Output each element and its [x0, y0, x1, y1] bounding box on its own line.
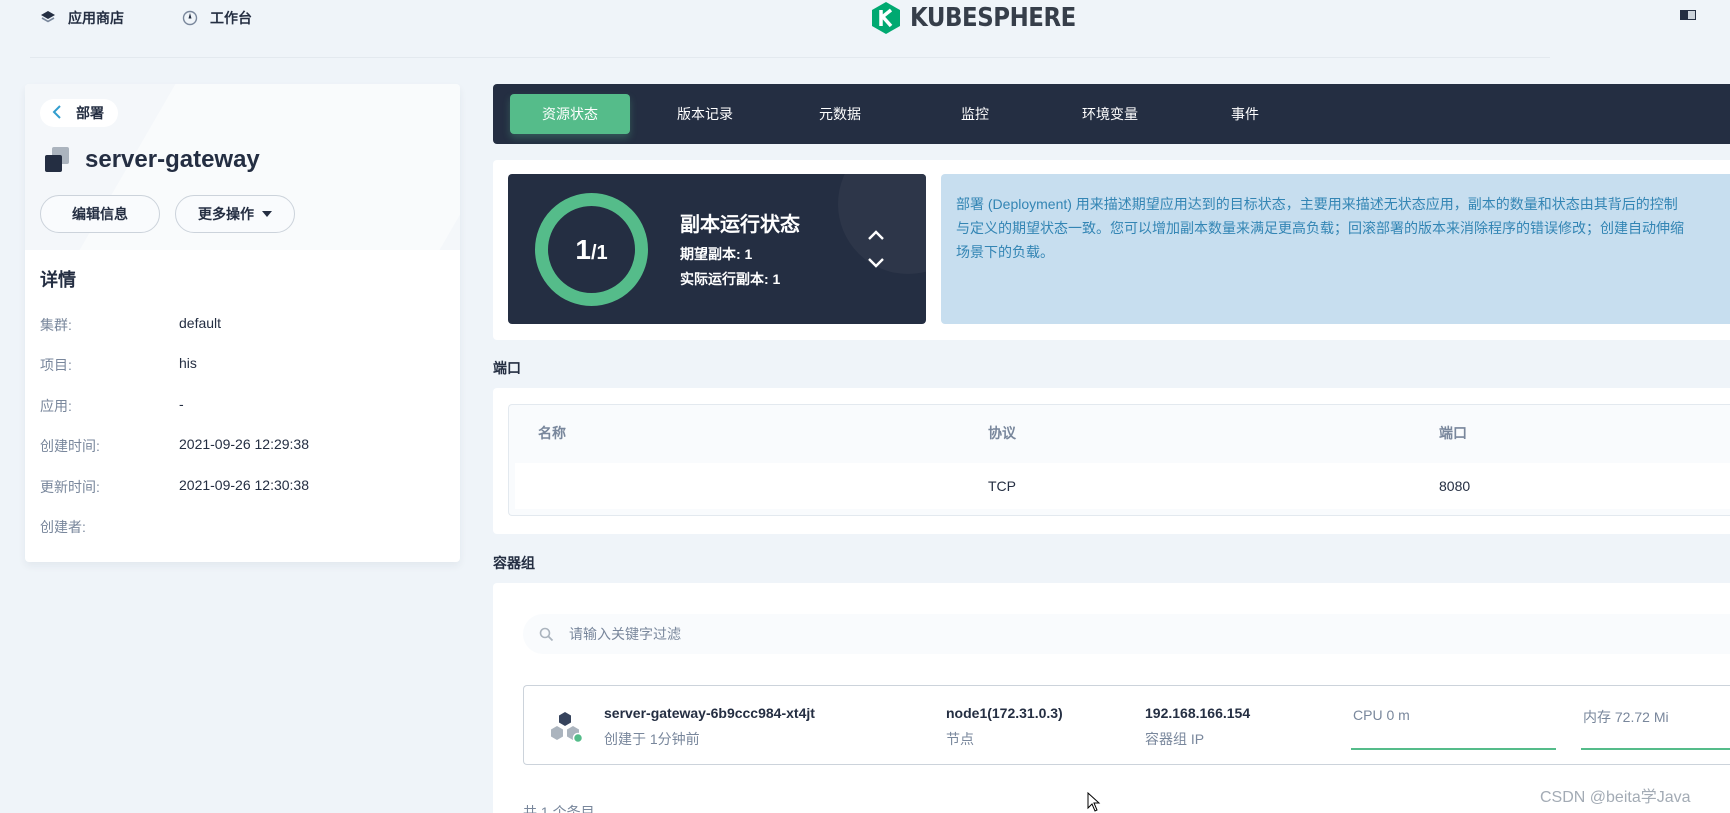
replica-count: 1/1	[575, 234, 607, 266]
detail-key: 更新时间:	[40, 479, 100, 495]
column-header-protocol: 协议	[988, 425, 1016, 441]
tab-monitoring[interactable]: 监控	[915, 94, 1035, 134]
caret-down-icon	[262, 211, 272, 217]
description-line: 场景下的负载。	[956, 244, 1054, 260]
kubesphere-logo[interactable]: KUBESPHERE	[870, 0, 1098, 36]
app-store-link[interactable]: 应用商店	[40, 8, 124, 28]
details-heading: 详情	[40, 270, 76, 290]
detail-value: -	[179, 396, 184, 412]
column-header-port: 端口	[1439, 425, 1467, 441]
detail-row-project: 项目: his	[40, 355, 197, 375]
ports-table: 名称 协议 端口 TCP 8080	[508, 404, 1730, 516]
detail-row-created-time: 创建时间: 2021-09-26 12:29:38	[40, 436, 309, 456]
workbench-label: 工作台	[210, 10, 252, 26]
pod-node: node1(172.31.0.3)	[946, 705, 1063, 721]
pod-icon	[551, 712, 584, 743]
page-title-row: server-gateway	[43, 146, 260, 174]
tab-revision-records[interactable]: 版本记录	[645, 94, 765, 134]
logo-text: KUBESPHERE	[910, 3, 1076, 33]
workbench-link[interactable]: 工作台	[182, 8, 252, 28]
total-count: 共 1 个条目	[523, 804, 595, 813]
detail-key: 集群:	[40, 317, 72, 333]
cpu-usage-bar	[1351, 748, 1556, 750]
search-placeholder: 请输入关键字过滤	[569, 626, 681, 642]
watermark: CSDN @beita学Java	[1540, 789, 1691, 806]
deployment-description: 部署 (Deployment) 用来描述期望应用达到的目标状态，主要用来描述无状…	[941, 174, 1730, 324]
edit-info-button[interactable]: 编辑信息	[40, 195, 160, 233]
deployment-icon	[45, 147, 69, 172]
detail-value: his	[179, 355, 197, 371]
app-store-icon	[41, 11, 55, 23]
pod-cpu: CPU 0 m	[1353, 707, 1410, 723]
pod-memory: 内存 72.72 Mi	[1583, 709, 1669, 725]
mouse-cursor-icon	[1087, 792, 1101, 812]
tab-environment-variables[interactable]: 环境变量	[1050, 94, 1170, 134]
pod-search-input[interactable]: 请输入关键字过滤	[523, 614, 1730, 654]
detail-key: 创建时间:	[40, 438, 100, 454]
detail-row-app: 应用: -	[40, 396, 184, 416]
pods-heading: 容器组	[493, 555, 535, 571]
pod-created: 创建于 1分钟前	[604, 731, 700, 747]
detail-key: 项目:	[40, 357, 72, 373]
kubesphere-logo-icon	[872, 2, 900, 34]
chevron-left-icon	[52, 104, 62, 122]
detail-key: 应用:	[40, 398, 72, 414]
page-title: server-gateway	[85, 146, 260, 173]
detail-row-cluster: 集群: default	[40, 315, 221, 335]
replica-current: 1	[575, 233, 591, 265]
scale-down-icon[interactable]	[865, 254, 887, 272]
panel-header: 部署 server-gateway 编辑信息 更多操作	[25, 84, 460, 250]
actual-replicas: 实际运行副本: 1	[680, 271, 781, 287]
workbench-icon	[182, 10, 198, 26]
ports-table-header: 名称 协议 端口	[509, 405, 1730, 461]
port-number: 8080	[1439, 478, 1471, 494]
detail-value: 2021-09-26 12:30:38	[179, 477, 309, 493]
pod-ip-label: 容器组 IP	[1145, 731, 1205, 747]
more-actions-button[interactable]: 更多操作	[175, 195, 295, 233]
pod-list-item[interactable]: server-gateway-6b9ccc984-xt4jt 创建于 1分钟前 …	[523, 685, 1730, 765]
back-label: 部署	[76, 105, 104, 121]
ports-section: 名称 协议 端口 TCP 8080	[493, 388, 1730, 534]
replica-ring: 1/1	[535, 193, 648, 306]
tab-events[interactable]: 事件	[1185, 94, 1305, 134]
top-bar: 应用商店 工作台 KUBESPHERE	[0, 0, 1730, 58]
replica-status-section: 1/1 副本运行状态 期望副本: 1 实际运行副本: 1 部署 (Deploym…	[493, 160, 1730, 340]
description-line: 部署 (Deployment) 用来描述期望应用达到的目标状态，主要用来描述无状…	[956, 196, 1678, 212]
resource-detail-panel: 部署 server-gateway 编辑信息 更多操作 详情 集群: defau…	[25, 84, 460, 562]
scale-up-icon[interactable]	[865, 226, 887, 244]
ports-heading: 端口	[493, 360, 521, 376]
detail-row-creator: 创建者:	[40, 517, 179, 537]
replica-status-title: 副本运行状态	[680, 214, 800, 236]
column-header-name: 名称	[538, 425, 566, 441]
desired-replicas: 期望副本: 1	[680, 246, 753, 262]
search-icon	[539, 627, 554, 642]
more-actions-label: 更多操作	[198, 206, 254, 222]
port-protocol: TCP	[988, 478, 1016, 494]
pod-node-label: 节点	[946, 731, 974, 747]
table-row: TCP 8080	[515, 463, 1730, 509]
replica-status-card: 1/1 副本运行状态 期望副本: 1 实际运行副本: 1	[508, 174, 926, 324]
back-to-deployments-button[interactable]: 部署	[40, 99, 118, 127]
pods-section: 请输入关键字过滤 server-gateway-6b9ccc984-xt4jt …	[493, 583, 1730, 813]
tab-resource-status[interactable]: 资源状态	[510, 94, 630, 134]
detail-key: 创建者:	[40, 519, 86, 535]
pod-name[interactable]: server-gateway-6b9ccc984-xt4jt	[604, 705, 815, 721]
detail-value: 2021-09-26 12:29:38	[179, 436, 309, 452]
replica-total: /1	[590, 241, 608, 264]
pod-ip: 192.168.166.154	[1145, 705, 1251, 721]
toolbox-icon[interactable]	[1680, 9, 1696, 21]
detail-row-updated-time: 更新时间: 2021-09-26 12:30:38	[40, 477, 309, 497]
tab-metadata[interactable]: 元数据	[780, 94, 900, 134]
detail-tabs: 资源状态 版本记录 元数据 监控 环境变量 事件	[493, 84, 1730, 144]
detail-value: default	[179, 315, 222, 331]
memory-usage-bar	[1581, 748, 1730, 750]
top-divider	[30, 57, 1550, 58]
app-store-label: 应用商店	[68, 10, 124, 26]
description-line: 与定义的期望状态一致。您可以增加副本数量来满足更高负载；回滚部署的版本来消除程序…	[956, 220, 1684, 236]
action-buttons: 编辑信息 更多操作	[40, 195, 295, 233]
